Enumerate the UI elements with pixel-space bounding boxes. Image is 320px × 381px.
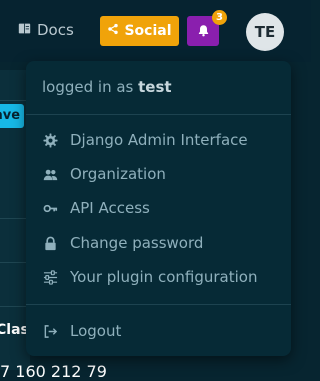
users-icon (42, 166, 58, 182)
gear-icon (42, 132, 58, 148)
menu-item-logout[interactable]: Logout (26, 316, 291, 346)
menu-item-label: Change password (70, 234, 204, 252)
sliders-icon (42, 269, 58, 285)
docs-label: Docs (37, 21, 74, 39)
logout-icon (42, 323, 58, 339)
notification-count-badge: 3 (212, 10, 227, 25)
top-navbar: Docs Social 3 TE (0, 0, 311, 62)
docs-link[interactable]: Docs (18, 21, 74, 39)
logged-in-prefix: logged in as (42, 78, 134, 96)
menu-item-label: Your plugin configuration (70, 268, 258, 286)
share-icon (107, 23, 119, 39)
value-text: 7 160 212 79 (0, 362, 107, 381)
save-button[interactable]: ave (0, 104, 24, 128)
section-heading: Clas (0, 322, 28, 338)
book-icon (18, 21, 31, 39)
menu-item-organization[interactable]: Organization (26, 159, 291, 189)
menu-item-label: Organization (70, 165, 166, 183)
menu-item-admin[interactable]: Django Admin Interface (26, 125, 291, 155)
logout-label: Logout (70, 322, 122, 340)
menu-item-api-access[interactable]: API Access (26, 193, 291, 223)
social-label: Social (124, 23, 172, 39)
menu-divider (26, 304, 291, 305)
key-icon (42, 200, 58, 216)
user-avatar[interactable]: TE (246, 13, 284, 51)
user-dropdown-menu: logged in as test Django Admin Interface… (26, 61, 291, 356)
bell-icon (197, 22, 210, 41)
menu-divider (26, 114, 291, 115)
logged-in-info: logged in as test (42, 78, 172, 96)
menu-item-plugin-config[interactable]: Your plugin configuration (26, 262, 291, 292)
social-button[interactable]: Social (100, 16, 179, 46)
menu-item-label: Django Admin Interface (70, 131, 248, 149)
lock-icon (42, 235, 58, 251)
menu-item-change-password[interactable]: Change password (26, 228, 291, 258)
username: test (138, 78, 172, 96)
menu-item-label: API Access (70, 199, 150, 217)
